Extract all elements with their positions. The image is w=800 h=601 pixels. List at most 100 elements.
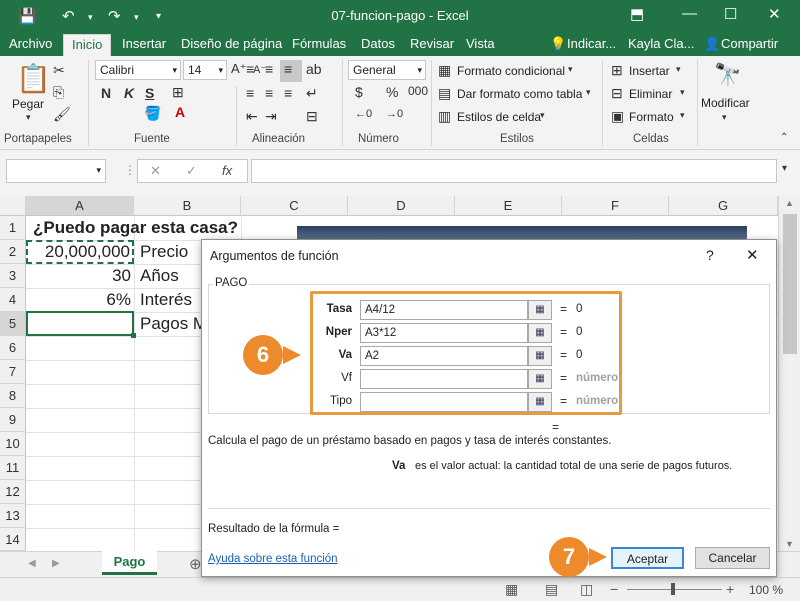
- row-header[interactable]: 6: [0, 336, 26, 360]
- scroll-thumb[interactable]: [783, 214, 797, 354]
- tab-archivo[interactable]: Archivo: [9, 36, 52, 51]
- cell-a3[interactable]: 30: [26, 264, 131, 288]
- cell-b3[interactable]: Años: [140, 264, 179, 288]
- row-header[interactable]: 7: [0, 360, 26, 384]
- column-header[interactable]: B: [134, 196, 241, 216]
- active-cell-a5[interactable]: [26, 311, 136, 338]
- scroll-up-icon[interactable]: ▲: [785, 198, 794, 208]
- row-header[interactable]: 1: [0, 216, 26, 240]
- row-header[interactable]: 8: [0, 384, 26, 408]
- row-header[interactable]: 4: [0, 288, 26, 312]
- format-table-button[interactable]: Dar formato como tabla: [457, 87, 582, 101]
- cut-icon[interactable]: ✂: [53, 62, 65, 79]
- fill-handle[interactable]: [131, 333, 136, 338]
- align-center-icon[interactable]: ≡: [265, 85, 273, 101]
- zoom-out-icon[interactable]: −: [610, 581, 618, 597]
- minimize-icon[interactable]: —: [682, 5, 697, 22]
- font-color-icon[interactable]: A: [175, 104, 185, 120]
- align-bottom-icon[interactable]: ≡: [284, 61, 292, 77]
- font-size-select[interactable]: 14 ▾: [183, 60, 227, 80]
- scroll-down-icon[interactable]: ▼: [785, 539, 794, 549]
- page-layout-view-icon[interactable]: ▤: [545, 581, 558, 598]
- normal-view-icon[interactable]: ▦: [505, 581, 518, 598]
- paste-dropdown-icon[interactable]: ▾: [26, 112, 31, 123]
- paste-button[interactable]: Pegar: [12, 97, 44, 111]
- maximize-icon[interactable]: ☐: [724, 5, 737, 23]
- tell-me-search[interactable]: Indicar...: [567, 36, 616, 51]
- ok-button[interactable]: Aceptar: [611, 547, 684, 569]
- increase-indent-icon[interactable]: ⇥: [265, 108, 277, 125]
- align-right-icon[interactable]: ≡: [284, 85, 292, 101]
- format-painter-icon[interactable]: 🖌: [53, 106, 71, 123]
- format-cells-button[interactable]: Formato: [629, 110, 674, 124]
- cell-a2[interactable]: 20,000,000: [26, 240, 134, 264]
- share-button[interactable]: Compartir: [721, 36, 778, 51]
- column-header[interactable]: C: [241, 196, 348, 216]
- cell-b4[interactable]: Interés: [140, 288, 192, 312]
- ribbon-display-icon[interactable]: ⬒: [630, 5, 644, 23]
- zoom-in-icon[interactable]: +: [726, 581, 734, 597]
- row-header[interactable]: 3: [0, 264, 26, 288]
- increase-decimal-icon[interactable]: ←0: [355, 108, 372, 120]
- grow-font-icon[interactable]: A⁺: [231, 61, 247, 77]
- sheet-tab-pago[interactable]: Pago: [102, 551, 157, 575]
- conditional-format-button[interactable]: Formato condicional: [457, 64, 565, 78]
- dialog-close-icon[interactable]: ✕: [746, 246, 759, 264]
- font-name-select[interactable]: Calibri ▾: [95, 60, 181, 80]
- tab-insertar[interactable]: Insertar: [122, 36, 166, 51]
- page-break-view-icon[interactable]: ◫: [580, 581, 593, 598]
- user-name[interactable]: Kayla Cla...: [628, 36, 694, 51]
- tab-diseno[interactable]: Diseño de página: [181, 36, 282, 51]
- italic-button[interactable]: K: [124, 85, 134, 101]
- insert-cells-button[interactable]: Insertar: [629, 64, 670, 78]
- expand-formula-icon[interactable]: ▾: [782, 163, 787, 174]
- cancel-button[interactable]: Cancelar: [695, 547, 770, 569]
- percent-icon[interactable]: %: [386, 84, 398, 100]
- column-header[interactable]: G: [669, 196, 778, 216]
- cell-b2[interactable]: Precio: [140, 240, 188, 264]
- row-header[interactable]: 9: [0, 408, 26, 432]
- help-link[interactable]: Ayuda sobre esta función: [208, 553, 338, 565]
- row-header[interactable]: 2: [0, 240, 26, 264]
- cell-a1[interactable]: ¿Puedo pagar esta casa?: [33, 216, 238, 240]
- tab-datos[interactable]: Datos: [361, 36, 395, 51]
- bold-button[interactable]: N: [101, 85, 111, 101]
- binoculars-icon[interactable]: 🔭: [714, 62, 741, 88]
- number-format-select[interactable]: General ▾: [348, 60, 426, 80]
- cancel-icon[interactable]: ✕: [150, 163, 161, 179]
- comma-icon[interactable]: 000: [408, 84, 428, 98]
- paste-icon[interactable]: 📋: [16, 62, 51, 95]
- close-icon[interactable]: ✕: [768, 5, 781, 23]
- wrap-text-icon[interactable]: ↵: [306, 85, 318, 102]
- delete-cells-button[interactable]: Eliminar: [629, 87, 672, 101]
- vertical-scrollbar[interactable]: ▲ ▼: [778, 196, 800, 551]
- currency-icon[interactable]: $: [355, 84, 363, 100]
- row-header[interactable]: 11: [0, 456, 26, 480]
- zoom-slider-thumb[interactable]: [671, 583, 675, 595]
- cell-styles-button[interactable]: Estilos de celda: [457, 110, 541, 124]
- name-box[interactable]: ▾: [6, 159, 106, 183]
- borders-icon[interactable]: ⊞: [172, 84, 184, 101]
- align-middle-icon[interactable]: ≡: [265, 61, 273, 77]
- align-left-icon[interactable]: ≡: [246, 85, 254, 101]
- row-header[interactable]: 12: [0, 480, 26, 504]
- copy-icon[interactable]: ⎘: [53, 84, 64, 101]
- row-header[interactable]: 14: [0, 528, 26, 551]
- zoom-level[interactable]: 100 %: [749, 583, 783, 597]
- prev-sheet-icon[interactable]: ◀: [28, 558, 36, 569]
- row-header[interactable]: 5: [0, 312, 26, 336]
- tab-vista[interactable]: Vista: [466, 36, 495, 51]
- column-header[interactable]: F: [562, 196, 669, 216]
- modify-button[interactable]: Modificar: [701, 96, 750, 110]
- row-header[interactable]: 13: [0, 504, 26, 528]
- merge-center-icon[interactable]: ⊟: [306, 108, 318, 125]
- insert-function-icon[interactable]: fx: [222, 163, 232, 178]
- add-sheet-icon[interactable]: ⊕: [189, 555, 202, 573]
- fill-color-icon[interactable]: 🪣: [144, 105, 161, 122]
- row-header[interactable]: 10: [0, 432, 26, 456]
- formula-input[interactable]: [251, 159, 777, 183]
- tab-revisar[interactable]: Revisar: [410, 36, 454, 51]
- cell-b5[interactable]: Pagos M: [140, 312, 207, 336]
- decrease-indent-icon[interactable]: ⇤: [246, 108, 258, 125]
- select-all-corner[interactable]: [0, 196, 26, 216]
